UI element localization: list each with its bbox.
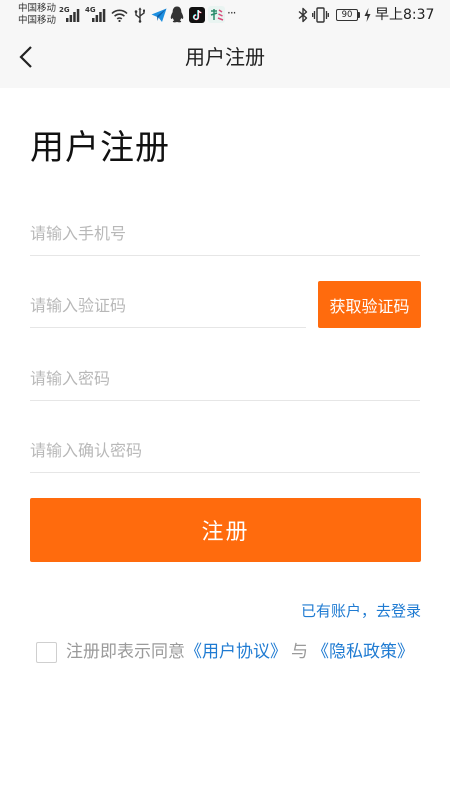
wifi-icon xyxy=(111,9,128,22)
paper-plane-icon xyxy=(151,8,167,23)
page-title: 用户注册 xyxy=(30,128,170,168)
signal-bars-icon xyxy=(66,8,80,22)
agreement-conjunction: 与 xyxy=(291,642,308,662)
go-to-login-link[interactable]: 已有账户，去登录 xyxy=(221,601,421,621)
agreement-prefix: 注册即表示同意 xyxy=(66,642,185,662)
battery-terminal xyxy=(358,12,360,18)
privacy-policy-link[interactable]: 《隐私政策》 xyxy=(312,642,414,662)
agreement-checkbox[interactable] xyxy=(36,642,57,663)
more-notifications-indicator: ··· xyxy=(227,6,237,20)
user-agreement-link[interactable]: 《用户协议》 xyxy=(185,642,287,662)
nav-title: 用户注册 xyxy=(185,45,265,69)
phone-input[interactable] xyxy=(30,212,420,255)
usb-icon xyxy=(134,7,146,23)
verification-code-field xyxy=(30,284,306,328)
confirm-password-input[interactable] xyxy=(30,429,420,472)
password-field xyxy=(30,357,420,401)
verification-code-input[interactable] xyxy=(30,284,306,327)
carrier-name-secondary: 中国移动 xyxy=(18,15,57,26)
register-button[interactable]: 注册 xyxy=(30,498,421,562)
qq-penguin-icon xyxy=(170,6,184,23)
battery-icon: 90 xyxy=(336,9,358,21)
vibrate-icon xyxy=(312,7,329,23)
status-time: 早上8:37 xyxy=(375,7,435,23)
battery-level: 90 xyxy=(341,10,353,20)
bluetooth-icon xyxy=(298,7,308,23)
carrier-name-primary: 中国移动 xyxy=(18,3,57,14)
phone-field xyxy=(30,212,420,256)
password-input[interactable] xyxy=(30,357,420,400)
app-notification-icon xyxy=(208,6,225,23)
carrier-info: 中国移动 中国移动 xyxy=(18,3,56,27)
confirm-password-field xyxy=(30,429,420,473)
tiktok-icon xyxy=(189,7,205,23)
agreement-text: 注册即表示同意《用户协议》与《隐私政策》 xyxy=(66,641,436,663)
charging-bolt-icon xyxy=(364,8,371,22)
signal-bars-icon xyxy=(92,8,106,22)
get-verification-code-button[interactable]: 获取验证码 xyxy=(318,281,421,328)
